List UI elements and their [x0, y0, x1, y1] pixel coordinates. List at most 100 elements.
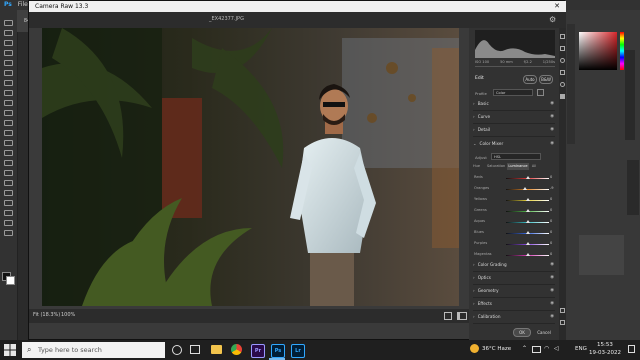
tab-hue[interactable]: Hue — [473, 163, 487, 170]
zoom-icon[interactable] — [560, 308, 565, 313]
slider-value[interactable]: 0 — [550, 197, 552, 201]
slider-value[interactable]: 0 — [550, 230, 552, 234]
wifi-icon[interactable]: ◠ — [544, 345, 549, 352]
crop-tool-icon[interactable] — [4, 60, 13, 66]
color-picker-field[interactable] — [579, 32, 617, 70]
photo-preview[interactable] — [42, 28, 459, 306]
hand-tool-icon[interactable] — [4, 210, 13, 216]
edit-tool-icon[interactable] — [560, 34, 565, 39]
path-select-icon[interactable] — [4, 190, 13, 196]
lightroom-icon[interactable]: Lr — [291, 344, 305, 358]
hand-icon[interactable] — [560, 320, 565, 325]
slider-track[interactable] — [506, 189, 549, 190]
red-eye-icon[interactable] — [560, 82, 565, 87]
cortana-icon[interactable] — [172, 345, 182, 355]
spot-removal-icon[interactable] — [560, 58, 565, 63]
marquee-tool-icon[interactable] — [4, 30, 13, 36]
zoom-tool-icon[interactable] — [4, 220, 13, 226]
section-optics[interactable]: › Optics ◉ — [473, 275, 555, 285]
stamp-tool-icon[interactable] — [4, 110, 13, 116]
eye-icon[interactable]: ◉ — [550, 127, 554, 132]
slider-value[interactable]: -9 — [550, 186, 554, 190]
section-detail[interactable]: › Detail ◉ — [473, 127, 555, 137]
eye-icon[interactable]: ◉ — [550, 262, 554, 267]
section-basic[interactable]: › Basic ◉ — [473, 101, 555, 111]
quick-select-tool-icon[interactable] — [4, 50, 13, 56]
slider-value[interactable]: 0 — [550, 208, 552, 212]
zoom-percent[interactable]: 100% — [61, 312, 75, 318]
section-color-mixer[interactable]: ⌄ Color Mixer ◉ — [473, 141, 555, 150]
section-color-grading[interactable]: › Color Grading ◉ — [473, 262, 555, 272]
presets-icon[interactable] — [560, 94, 565, 99]
slider-value[interactable]: 0 — [550, 219, 552, 223]
section-calibration[interactable]: › Calibration ◉ — [473, 314, 555, 324]
windows-start-icon[interactable] — [4, 344, 16, 356]
slider-knob[interactable] — [525, 253, 530, 256]
gradient-tool-icon[interactable] — [4, 140, 13, 146]
healing-tool-icon[interactable] — [4, 90, 13, 96]
slider-value[interactable]: 0 — [550, 252, 552, 256]
zoom-level-select[interactable]: Fit (18.3%) — [33, 312, 60, 318]
language-indicator[interactable]: ENG — [575, 346, 587, 352]
clock-date[interactable]: 19-03-2022 — [589, 350, 621, 356]
brush-tool-icon[interactable] — [4, 100, 13, 106]
taskbar-search-input[interactable]: ⌕ Type here to search — [22, 342, 165, 358]
blur-tool-icon[interactable] — [4, 150, 13, 156]
profile-browser-icon[interactable] — [537, 89, 544, 96]
clock-time[interactable]: 15:53 — [597, 342, 613, 348]
adjust-select[interactable]: HSL — [491, 153, 541, 160]
eye-icon[interactable]: ◉ — [550, 114, 554, 119]
tab-saturation[interactable]: Saturation — [487, 163, 507, 170]
dodge-tool-icon[interactable] — [4, 160, 13, 166]
before-after-icon[interactable] — [457, 312, 467, 320]
eye-icon[interactable]: ◉ — [550, 275, 554, 280]
tab-all[interactable]: All — [529, 163, 539, 170]
auto-button[interactable]: Auto — [523, 75, 537, 84]
eye-icon[interactable]: ◉ — [550, 101, 554, 106]
slider-knob[interactable] — [525, 198, 530, 201]
lasso-tool-icon[interactable] — [4, 40, 13, 46]
hue-strip[interactable] — [620, 32, 624, 70]
eye-icon[interactable]: ◉ — [550, 141, 554, 146]
profile-select[interactable]: Color — [493, 89, 533, 96]
task-view-icon[interactable] — [190, 345, 200, 354]
frame-tool-icon[interactable] — [4, 70, 13, 76]
weather-text[interactable]: 36°C Haze — [482, 346, 511, 352]
background-color-swatch[interactable] — [6, 276, 15, 285]
gear-icon[interactable]: ⚙ — [549, 15, 556, 24]
premiere-icon[interactable]: Pr — [251, 344, 265, 358]
shape-tool-icon[interactable] — [4, 200, 13, 206]
slider-knob[interactable] — [525, 231, 530, 234]
slider-value[interactable]: 0 — [550, 241, 552, 245]
eye-icon[interactable]: ◉ — [550, 314, 554, 319]
slider-knob[interactable] — [525, 242, 530, 245]
crop-icon[interactable] — [560, 46, 565, 51]
ok-button[interactable]: OK — [513, 328, 531, 337]
eye-icon[interactable]: ◉ — [550, 301, 554, 306]
tab-luminance[interactable]: Luminance — [507, 163, 529, 170]
menu-file[interactable]: File — [18, 1, 28, 8]
chevron-up-icon[interactable]: ⌃ — [522, 345, 527, 352]
bw-button[interactable]: B&W — [539, 75, 553, 84]
more-tools-icon[interactable] — [4, 230, 13, 236]
close-icon[interactable]: ✕ — [548, 1, 566, 12]
eraser-tool-icon[interactable] — [4, 130, 13, 136]
history-brush-icon[interactable] — [4, 120, 13, 126]
section-geometry[interactable]: › Geometry ◉ — [473, 288, 555, 298]
photoshop-icon[interactable]: Ps — [271, 344, 285, 358]
slider-knob[interactable] — [525, 209, 530, 212]
eyedropper-tool-icon[interactable] — [4, 80, 13, 86]
cancel-button[interactable]: Cancel — [533, 328, 555, 337]
section-effects[interactable]: › Effects ◉ — [473, 301, 555, 311]
chrome-icon[interactable] — [231, 344, 242, 355]
mask-icon[interactable] — [560, 70, 565, 75]
slider-value[interactable]: 0 — [550, 175, 552, 179]
slider-knob[interactable] — [525, 220, 530, 223]
type-tool-icon[interactable] — [4, 180, 13, 186]
compare-view-icon[interactable] — [444, 312, 452, 320]
battery-icon[interactable] — [532, 346, 541, 353]
eye-icon[interactable]: ◉ — [550, 288, 554, 293]
slider-knob[interactable] — [523, 187, 528, 190]
move-tool-icon[interactable] — [4, 20, 13, 26]
section-curve[interactable]: › Curve ◉ — [473, 114, 555, 124]
